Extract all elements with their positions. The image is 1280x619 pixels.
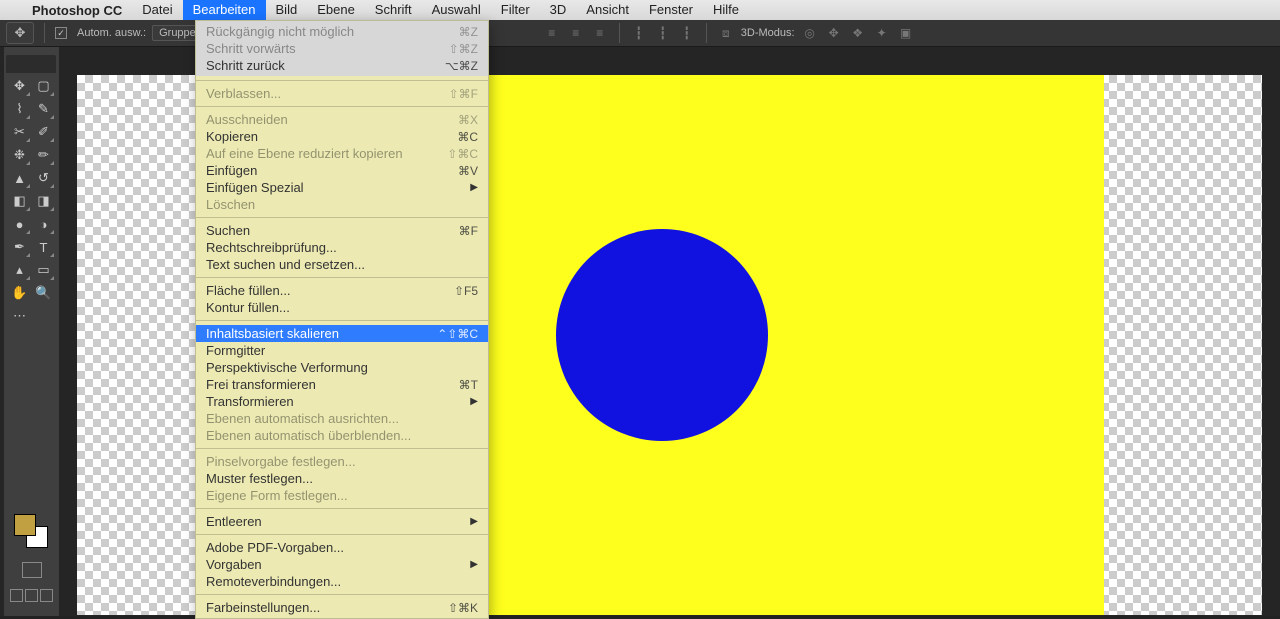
menu-item-rechtschreibpr-fung[interactable]: Rechtschreibprüfung...: [196, 239, 488, 256]
menu-item-schritt-vorw-rts: Schritt vorwärts⇧⌘Z: [196, 40, 488, 57]
color-swatches[interactable]: [14, 514, 48, 548]
document-layer-blue-circle[interactable]: [556, 229, 768, 441]
screen-mode-buttons[interactable]: [10, 589, 53, 602]
menu-item-einf-gen[interactable]: Einfügen⌘V: [196, 162, 488, 179]
menu-item-verblassen: Verblassen...⇧⌘F: [196, 85, 488, 102]
menu-item-kontur-f-llen[interactable]: Kontur füllen...: [196, 299, 488, 316]
move-tool[interactable]: ✥: [8, 75, 31, 97]
menu-item-remoteverbindungen[interactable]: Remoteverbindungen...: [196, 573, 488, 590]
menu-item-transformieren[interactable]: Transformieren▶: [196, 393, 488, 410]
align-icon-3[interactable]: ≡: [591, 24, 609, 42]
align-icon-2[interactable]: ≡: [567, 24, 585, 42]
menu-item-vorgaben[interactable]: Vorgaben▶: [196, 556, 488, 573]
auto-select-label: Autom. ausw.:: [77, 27, 146, 39]
move-tool-icon[interactable]: ✥: [6, 22, 34, 44]
dodge-tool[interactable]: ◑: [32, 213, 55, 235]
menu-item-adobe-pdf-vorgaben[interactable]: Adobe PDF-Vorgaben...: [196, 539, 488, 556]
3d-mode-label: 3D-Modus:: [741, 27, 795, 39]
zoom-tool[interactable]: 🔍: [32, 282, 55, 304]
light-icon[interactable]: ✦: [873, 24, 891, 42]
pan-icon[interactable]: ✥: [825, 24, 843, 42]
menu-item-ebenen-automatisch-ausrichten: Ebenen automatisch ausrichten...: [196, 410, 488, 427]
menu-item-ebenen-automatisch-berblenden: Ebenen automatisch überblenden...: [196, 427, 488, 444]
align-icon[interactable]: ≡: [543, 24, 561, 42]
blur-tool[interactable]: ●: [8, 213, 31, 235]
menu-item-l-schen: Löschen: [196, 196, 488, 213]
menu-bild[interactable]: Bild: [266, 0, 308, 20]
menu-item-perspektivische-verformung[interactable]: Perspektivische Verformung: [196, 359, 488, 376]
work-area: ✥ ▢ ⌇ ✎ ✂ ✐ ❉ ✏ ▲ ↺ ◧ ◨ ● ◑ ✒ T ▴ ▭ ✋ 🔍 …: [0, 47, 1280, 616]
menu-filter[interactable]: Filter: [491, 0, 540, 20]
menu-item-kopieren[interactable]: Kopieren⌘C: [196, 128, 488, 145]
options-bar: ✥ ✓ Autom. ausw.: Gruppe ≡ ≡ ≡ ┇ ┇ ┇ ⧈ 3…: [0, 20, 1280, 47]
history-brush-tool[interactable]: ↺: [32, 167, 55, 189]
menu-item-frei-transformieren[interactable]: Frei transformieren⌘T: [196, 376, 488, 393]
gradient-tool[interactable]: ◨: [32, 190, 55, 212]
menu-bearbeiten[interactable]: Bearbeiten: [183, 0, 266, 20]
auto-select-checkbox[interactable]: ✓: [55, 27, 67, 39]
menu-ebene[interactable]: Ebene: [307, 0, 365, 20]
more-icon[interactable]: ⋯: [8, 305, 31, 327]
distribute-icon-3[interactable]: ┇: [678, 24, 696, 42]
menu-item-muster-festlegen[interactable]: Muster festlegen...: [196, 470, 488, 487]
menu-item-auf-eine-ebene-reduziert-kopieren: Auf eine Ebene reduziert kopieren⇧⌘C: [196, 145, 488, 162]
path-select-tool[interactable]: ▴: [8, 259, 31, 281]
brush-tool[interactable]: ✏: [32, 144, 55, 166]
type-tool[interactable]: T: [32, 236, 55, 258]
menu-item-eigene-form-festlegen: Eigene Form festlegen...: [196, 487, 488, 504]
menu-item-r-ckg-ngig-nicht-m-glich: Rückgängig nicht möglich⌘Z: [196, 23, 488, 40]
stamp-tool[interactable]: ▲: [8, 167, 31, 189]
crop-tool[interactable]: ✂: [8, 121, 31, 143]
menu-item-inhaltsbasiert-skalieren[interactable]: Inhaltsbasiert skalieren⌃⇧⌘C: [196, 325, 488, 342]
menu-item-fl-che-f-llen[interactable]: Fläche füllen...⇧F5: [196, 282, 488, 299]
dolly-icon[interactable]: ❖: [849, 24, 867, 42]
distribute-icon-2[interactable]: ┇: [654, 24, 672, 42]
menu-item-text-suchen-und-ersetzen[interactable]: Text suchen und ersetzen...: [196, 256, 488, 273]
menu-item-entleeren[interactable]: Entleeren▶: [196, 513, 488, 530]
quick-select-tool[interactable]: ✎: [32, 98, 55, 120]
menu-3d[interactable]: 3D: [540, 0, 577, 20]
menu-item-ausschneiden: Ausschneiden⌘X: [196, 111, 488, 128]
menu-item-formgitter[interactable]: Formgitter: [196, 342, 488, 359]
menu-ansicht[interactable]: Ansicht: [576, 0, 639, 20]
lasso-tool[interactable]: ⌇: [8, 98, 31, 120]
menu-auswahl[interactable]: Auswahl: [422, 0, 491, 20]
healing-tool[interactable]: ❉: [8, 144, 31, 166]
menu-item-suchen[interactable]: Suchen⌘F: [196, 222, 488, 239]
camera-icon[interactable]: ▣: [897, 24, 915, 42]
menu-item-farbeinstellungen[interactable]: Farbeinstellungen...⇧⌘K: [196, 599, 488, 616]
distribute-icon[interactable]: ┇: [630, 24, 648, 42]
edit-dropdown-menu: Rückgängig nicht möglich⌘ZSchritt vorwär…: [195, 20, 489, 619]
3d-icon[interactable]: ⧈: [717, 24, 735, 42]
menu-item-schritt-zur-ck[interactable]: Schritt zurück⌥⌘Z: [196, 57, 488, 74]
marquee-tool[interactable]: ▢: [32, 75, 55, 97]
shape-tool[interactable]: ▭: [32, 259, 55, 281]
tools-panel: ✥ ▢ ⌇ ✎ ✂ ✐ ❉ ✏ ▲ ↺ ◧ ◨ ● ◑ ✒ T ▴ ▭ ✋ 🔍 …: [4, 47, 59, 616]
menu-item-einf-gen-spezial[interactable]: Einfügen Spezial▶: [196, 179, 488, 196]
menu-datei[interactable]: Datei: [132, 0, 182, 20]
app-name: Photoshop CC: [22, 3, 132, 18]
menu-hilfe[interactable]: Hilfe: [703, 0, 749, 20]
menu-fenster[interactable]: Fenster: [639, 0, 703, 20]
quick-mask-button[interactable]: [22, 562, 42, 578]
macos-menubar: Photoshop CC Datei Bearbeiten Bild Ebene…: [0, 0, 1280, 20]
orbit-icon[interactable]: ◎: [801, 24, 819, 42]
tools-tab[interactable]: [6, 55, 56, 73]
menu-schrift[interactable]: Schrift: [365, 0, 422, 20]
eyedropper-tool[interactable]: ✐: [32, 121, 55, 143]
menu-item-pinselvorgabe-festlegen: Pinselvorgabe festlegen...: [196, 453, 488, 470]
foreground-swatch[interactable]: [14, 514, 36, 536]
pen-tool[interactable]: ✒: [8, 236, 31, 258]
hand-tool[interactable]: ✋: [8, 282, 31, 304]
eraser-tool[interactable]: ◧: [8, 190, 31, 212]
